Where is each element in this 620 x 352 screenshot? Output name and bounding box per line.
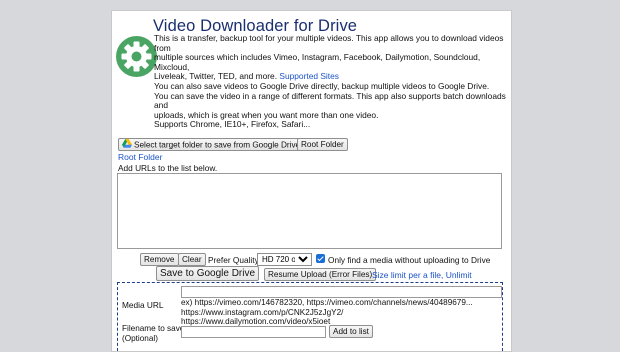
root-folder-button[interactable]: Root Folder [297,138,348,151]
app-description: This is a transfer, backup tool for your… [154,33,511,130]
description-line: multiple sources which includes Vimeo, I… [154,52,481,72]
clear-button[interactable]: Clear [178,253,206,266]
only-find-checkbox[interactable] [316,254,325,263]
resume-upload-button[interactable]: Resume Upload (Error Files) [264,268,377,281]
google-drive-icon [122,139,132,152]
urls-textarea[interactable] [117,173,502,249]
media-url-label: Media URL [122,300,164,310]
only-find-label: Only find a media without uploading to D… [328,255,491,265]
save-to-drive-button[interactable]: Save to Google Drive [156,266,260,281]
description-line: This is a transfer, backup tool for your… [154,33,504,53]
description-line: Supports Chrome, IE10+, Firefox, Safari.… [154,119,311,130]
example-line: ex) https://vimeo.com/146782320, https:/… [181,298,473,307]
filename-input[interactable] [181,326,326,338]
current-folder-link[interactable]: Root Folder [118,152,162,162]
quality-select[interactable]: HD 720 or B [257,253,312,266]
select-folder-button[interactable]: Select target folder to save from Google… [118,138,305,152]
add-to-list-button[interactable]: Add to list [329,325,373,338]
supported-sites-link[interactable]: Supported Sites [279,71,339,82]
select-folder-label: Select target folder to save from Google… [134,140,301,150]
example-line: https://www.instagram.com/p/CNK2J5zJgY2/ [181,307,344,317]
prefer-quality-label: Prefer Quality [208,255,259,265]
media-url-examples: ex) https://vimeo.com/146782320, https:/… [181,298,473,327]
media-url-input[interactable] [181,286,502,298]
remove-button[interactable]: Remove [140,253,179,266]
size-limit-link[interactable]: Size limit per a file, Unlimit [372,270,472,280]
gear-icon [116,36,157,77]
app-panel: Video Downloader for Drive This is a tra… [111,10,512,352]
filename-label: Filename to save (Optional) [122,324,185,343]
description-line: You can save the video in a range of dif… [154,90,506,111]
urls-label: Add URLs to the list below. [118,163,218,173]
